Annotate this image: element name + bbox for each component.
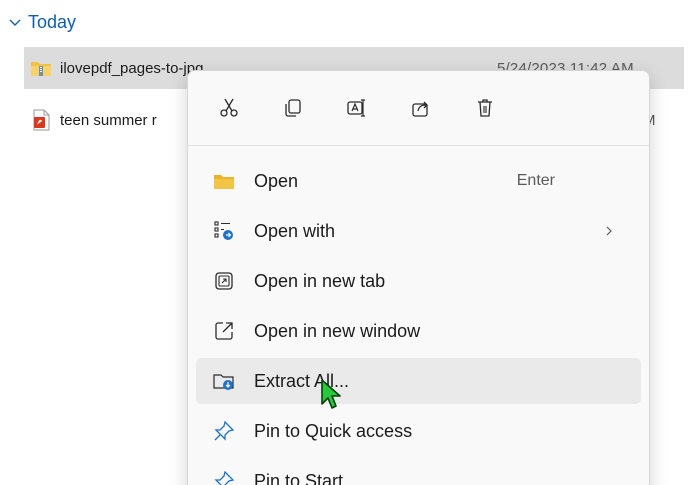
- new-tab-icon: [212, 269, 236, 293]
- menu-item-open-with[interactable]: Open with: [196, 208, 641, 254]
- menu-item-pin-quick-access[interactable]: Pin to Quick access: [196, 408, 641, 454]
- file-name: ilovepdf_pages-to-jpg: [60, 59, 204, 77]
- chevron-right-icon: [606, 226, 612, 236]
- rename-button[interactable]: [334, 88, 380, 128]
- menu-item-open-new-tab[interactable]: Open in new tab: [196, 258, 641, 304]
- menu-item-extract-all[interactable]: Extract All...: [196, 358, 641, 404]
- scissors-icon: [220, 98, 238, 117]
- file-name: teen summer r: [60, 111, 157, 129]
- new-window-icon: [212, 319, 236, 343]
- context-menu-items: Open Enter Open with Open in new tab Ope…: [188, 146, 649, 485]
- chevron-down-icon: [9, 19, 21, 26]
- menu-item-label: Pin to Quick access: [254, 420, 413, 441]
- context-menu: Open Enter Open with Open in new tab Ope…: [187, 70, 650, 485]
- menu-item-open[interactable]: Open Enter: [196, 158, 641, 204]
- share-button[interactable]: [398, 88, 444, 128]
- menu-item-shortcut: Enter: [516, 172, 555, 189]
- pin-icon: [212, 419, 236, 443]
- file-explorer-view: Today ilovepdf_pages-to-jpg 5/24/2023 11…: [0, 0, 698, 485]
- share-icon: [412, 101, 428, 117]
- copy-icon: [285, 99, 301, 117]
- pin-start-icon: [212, 469, 236, 485]
- cut-button[interactable]: [206, 88, 252, 128]
- pdf-file-icon: [33, 109, 50, 131]
- menu-item-label: Open: [254, 170, 299, 191]
- menu-item-open-new-window[interactable]: Open in new window: [196, 308, 641, 354]
- delete-button[interactable]: [462, 88, 508, 128]
- menu-item-label: Pin to Start: [254, 470, 344, 485]
- mouse-cursor-icon: [321, 379, 341, 409]
- folder-icon: [212, 169, 236, 193]
- menu-item-label: Open in new tab: [254, 270, 386, 291]
- menu-item-label: Open with: [254, 220, 336, 241]
- zip-folder-icon: [31, 62, 51, 76]
- group-header-today[interactable]: Today: [8, 8, 76, 36]
- copy-button[interactable]: [270, 88, 316, 128]
- group-header-label: Today: [28, 11, 77, 32]
- menu-item-label: Open in new window: [254, 320, 421, 341]
- open-with-icon: [212, 219, 236, 243]
- rename-icon: [347, 99, 365, 117]
- menu-item-pin-start[interactable]: Pin to Start: [196, 458, 641, 485]
- context-menu-quick-actions: [188, 71, 649, 145]
- extract-icon: [212, 369, 236, 393]
- trash-icon: [478, 99, 492, 117]
